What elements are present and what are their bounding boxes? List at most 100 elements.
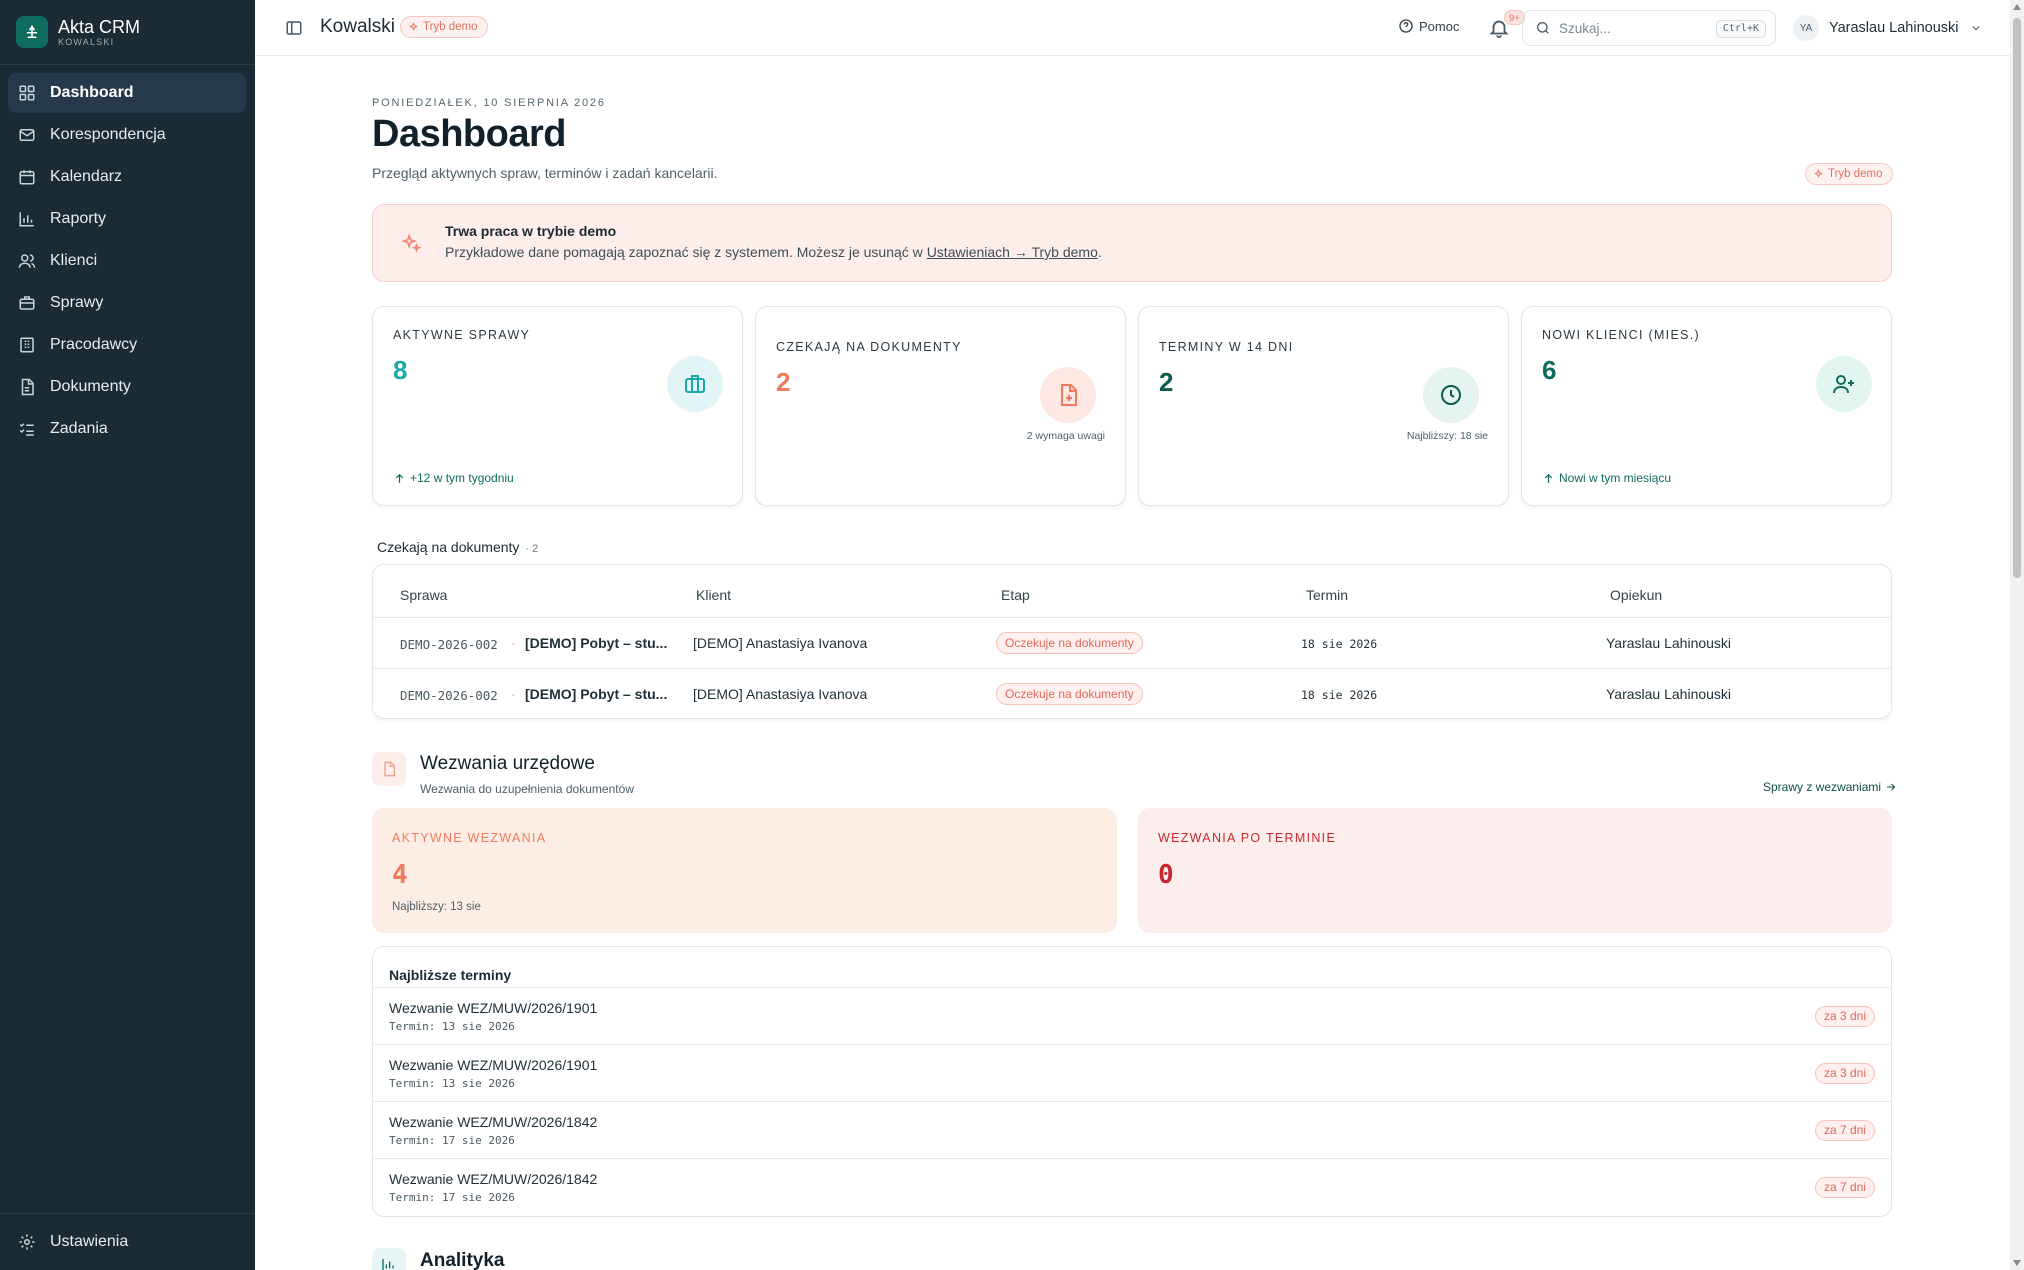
- sidebar-item-pracodawcy[interactable]: Pracodawcy: [8, 325, 246, 365]
- separator: ·: [511, 635, 516, 651]
- summons-cases-link-label: Sprawy z wezwaniami: [1763, 780, 1882, 794]
- calendar-icon: [19, 170, 35, 185]
- scroll-down-arrow-icon[interactable]: [2013, 1260, 2021, 1266]
- active-summons-label: AKTYWNE WEZWANIA: [392, 831, 547, 845]
- summons-date: Termin: 17 sie 2026: [389, 1134, 515, 1147]
- briefcase-icon: [667, 356, 723, 412]
- days-left-badge: za 3 dni: [1814, 1006, 1875, 1027]
- page-subtitle: Przegląd aktywnych spraw, terminów i zad…: [372, 165, 718, 181]
- stat-trend: Nowi w tym miesiącu: [1542, 471, 1671, 485]
- separator: ·: [511, 686, 516, 702]
- search-input[interactable]: Szukaj... Ctrl+K: [1522, 10, 1776, 46]
- workspace-title: Kowalski: [320, 16, 395, 37]
- help-button[interactable]: Pomoc: [1398, 18, 1459, 34]
- list-item[interactable]: Wezwanie WEZ/MUW/2026/1901 Termin: 13 si…: [373, 987, 1891, 1044]
- deadline: 18 sie 2026: [1301, 637, 1378, 651]
- stat-label: CZEKAJĄ NA DOKUMENTY: [776, 340, 962, 354]
- mail-icon: [19, 129, 35, 141]
- sidebar-toggle-icon[interactable]: [285, 19, 303, 37]
- list-title: Najbliższe terminy: [389, 967, 512, 983]
- table-row[interactable]: DEMO-2026-002 · [DEMO] Pobyt – stu... [D…: [373, 668, 1891, 719]
- stat-label: AKTYWNE SPRAWY: [393, 328, 531, 342]
- stat-card-new-clients[interactable]: NOWI KLIENCI (MIES.) 6 Nowi w tym miesią…: [1521, 306, 1892, 506]
- active-summons-card[interactable]: AKTYWNE WEZWANIA 4 Najbliższy: 13 sie: [372, 808, 1117, 933]
- stat-card-waiting-docs[interactable]: CZEKAJĄ NA DOKUMENTY 2 2 wymaga uwagi: [755, 306, 1126, 506]
- bar-chart-icon: [382, 1259, 394, 1270]
- stat-value: 6: [1542, 355, 1557, 385]
- sparkle-icon: [409, 21, 418, 31]
- search-placeholder: Szukaj...: [1559, 20, 1611, 36]
- gear-icon: [19, 1234, 35, 1250]
- case-id: DEMO-2026-002: [400, 637, 498, 652]
- user-plus-icon: [1816, 356, 1872, 412]
- summons-date: Termin: 13 sie 2026: [389, 1077, 515, 1090]
- list-item[interactable]: Wezwanie WEZ/MUW/2026/1901 Termin: 13 si…: [373, 1044, 1891, 1101]
- summons-cases-link[interactable]: Sprawy z wezwaniami: [1763, 780, 1897, 794]
- table-row[interactable]: DEMO-2026-002 · [DEMO] Pobyt – stu... [D…: [373, 617, 1891, 668]
- summons-title: Wezwanie WEZ/MUW/2026/1842: [389, 1171, 598, 1187]
- column-header: Opiekun: [1610, 587, 1663, 603]
- case-name[interactable]: [DEMO] Pobyt – stu...: [525, 635, 667, 651]
- checklist-icon: [19, 423, 34, 436]
- case-name[interactable]: [DEMO] Pobyt – stu...: [525, 686, 667, 702]
- users-icon: [18, 254, 36, 268]
- stat-card-active-cases[interactable]: AKTYWNE SPRAWY 8 +12 w tym tygodniu: [372, 306, 743, 506]
- brand[interactable]: Akta CRM KOWALSKI: [16, 13, 140, 51]
- summons-section-icon: [372, 752, 406, 786]
- stat-trend-label: Nowi w tym miesiącu: [1559, 471, 1672, 485]
- sidebar-item-raporty[interactable]: Raporty: [8, 199, 246, 239]
- help-circle-icon: [1399, 19, 1413, 33]
- page-scrollbar[interactable]: [2010, 0, 2024, 1270]
- owner: Yaraslau Lahinouski: [1606, 635, 1732, 651]
- building-icon: [20, 337, 34, 353]
- demo-banner: Trwa praca w trybie demo Przykładowe dan…: [372, 204, 1892, 282]
- active-summons-note: Najbliższy: 13 sie: [392, 901, 481, 913]
- sidebar: Akta CRM KOWALSKI Dashboard Korespondenc…: [0, 0, 255, 1270]
- list-item[interactable]: Wezwanie WEZ/MUW/2026/1842 Termin: 17 si…: [373, 1101, 1891, 1158]
- client-name: [DEMO] Anastasiya Ivanova: [693, 686, 868, 702]
- sidebar-item-korespondencja[interactable]: Korespondencja: [8, 115, 246, 155]
- sidebar-item-dokumenty[interactable]: Dokumenty: [8, 367, 246, 407]
- user-name: Yaraslau Lahinouski: [1829, 20, 1959, 36]
- scale-logo-icon: [16, 16, 48, 48]
- scrollbar-thumb[interactable]: [2013, 18, 2021, 578]
- column-header: Termin: [1306, 587, 1349, 603]
- user-menu[interactable]: YA Yaraslau Lahinouski: [1793, 10, 1983, 46]
- sidebar-item-zadania[interactable]: Zadania: [8, 409, 246, 449]
- overdue-summons-label: WEZWANIA PO TERMINIE: [1158, 831, 1337, 845]
- brand-subtitle: KOWALSKI: [58, 36, 115, 47]
- stat-value: 8: [393, 355, 408, 385]
- stage-badge-label: Oczekuje na dokumenty: [996, 683, 1143, 705]
- sidebar-item-label: Dokumenty: [50, 378, 131, 395]
- help-label: Pomoc: [1419, 18, 1460, 34]
- column-header: Sprawa: [400, 587, 448, 603]
- stage-badge-label: Oczekuje na dokumenty: [996, 632, 1143, 654]
- deadline: 18 sie 2026: [1301, 688, 1378, 702]
- banner-title: Trwa praca w trybie demo: [445, 223, 617, 239]
- sidebar-item-label: Korespondencja: [50, 126, 166, 143]
- stat-card-deadlines[interactable]: TERMINY W 14 DNI 2 Najbliższy: 18 sie: [1138, 306, 1509, 506]
- list-item[interactable]: Wezwanie WEZ/MUW/2026/1842 Termin: 17 si…: [373, 1158, 1891, 1215]
- days-left-badge: za 3 dni: [1814, 1063, 1875, 1084]
- sidebar-item-klienci[interactable]: Klienci: [8, 241, 246, 281]
- grid-icon: [19, 85, 35, 101]
- topbar: Kowalski Tryb demo Pomoc 9+ Szukaj... Ct…: [255, 0, 2010, 56]
- section-title-waiting: Czekają na dokumenty · 2: [377, 539, 538, 555]
- scroll-up-arrow-icon[interactable]: [2013, 4, 2021, 10]
- sidebar-item-kalendarz[interactable]: Kalendarz: [8, 157, 246, 197]
- section-count-value: 2: [532, 543, 539, 555]
- sidebar-item-ustawienia[interactable]: Ustawienia: [8, 1222, 246, 1262]
- active-summons-value: 4: [392, 860, 408, 890]
- sparkles-icon: [401, 233, 422, 253]
- stage-badge: Oczekuje na dokumenty: [996, 632, 1143, 654]
- sidebar-item-sprawy[interactable]: Sprawy: [8, 283, 246, 323]
- sidebar-item-label: Raporty: [50, 210, 107, 227]
- banner-text-end: .: [1097, 244, 1102, 260]
- waiting-table: Sprawa Klient Etap Termin Opiekun DEMO-2…: [372, 564, 1892, 719]
- sidebar-item-dashboard[interactable]: Dashboard: [8, 73, 246, 113]
- search-shortcut: Ctrl+K: [1715, 20, 1766, 38]
- overdue-summons-card[interactable]: WEZWANIA PO TERMINIE 0: [1138, 808, 1892, 933]
- demo-settings-link[interactable]: Ustawieniach → Tryb demo: [927, 244, 1098, 260]
- sidebar-item-label: Dashboard: [50, 84, 134, 101]
- section-title-label: Czekają na dokumenty: [377, 539, 520, 555]
